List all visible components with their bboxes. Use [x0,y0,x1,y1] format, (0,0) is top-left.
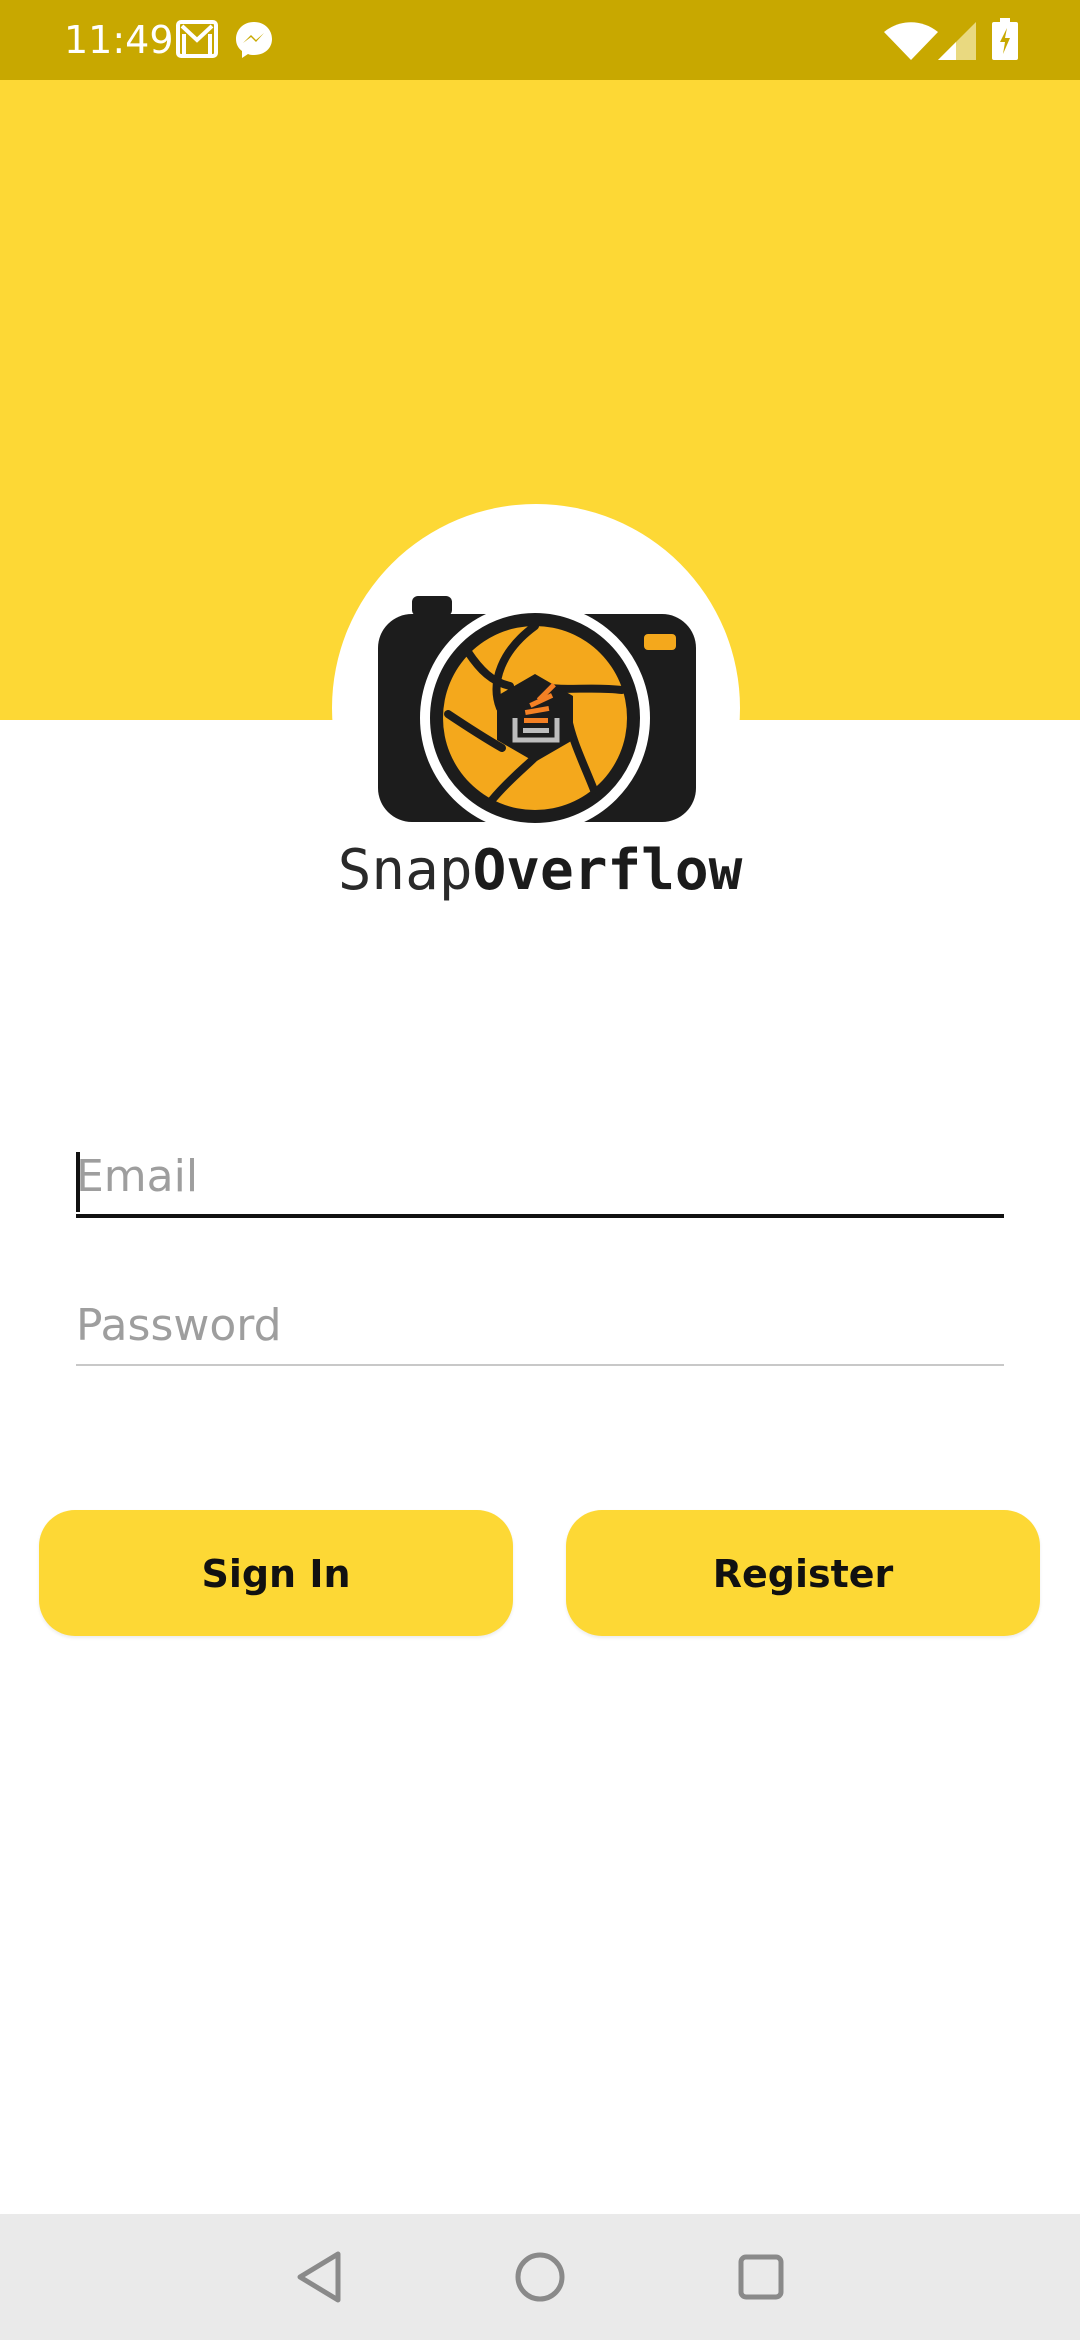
camera-logo-icon [378,596,696,830]
password-input[interactable] [76,1294,1004,1366]
password-field-container [76,1294,1004,1366]
navigation-bar [0,2214,1080,2340]
app-name: SnapOverflow [300,836,780,906]
battery-charging-icon [992,18,1018,60]
status-time: 11:49 [64,18,174,62]
sign-in-button[interactable]: Sign In [39,1510,513,1636]
app-name-part-overflow: Overflow [472,838,743,903]
app-name-part-snap: Snap [337,838,473,903]
gmail-icon [176,20,218,58]
signal-icon [938,22,976,60]
recents-icon[interactable] [728,2244,794,2310]
login-screen: 11:49 SnapOverflow Email Sign In Registe… [0,0,1080,2340]
wifi-icon [884,22,938,60]
status-bar: 11:49 [0,0,1080,80]
register-button[interactable]: Register [566,1510,1040,1636]
back-icon[interactable] [288,2244,354,2310]
text-cursor [76,1152,80,1212]
email-input[interactable] [76,1146,1004,1218]
messenger-icon [236,22,272,58]
home-icon[interactable] [507,2244,573,2310]
email-field-container [76,1146,1004,1218]
